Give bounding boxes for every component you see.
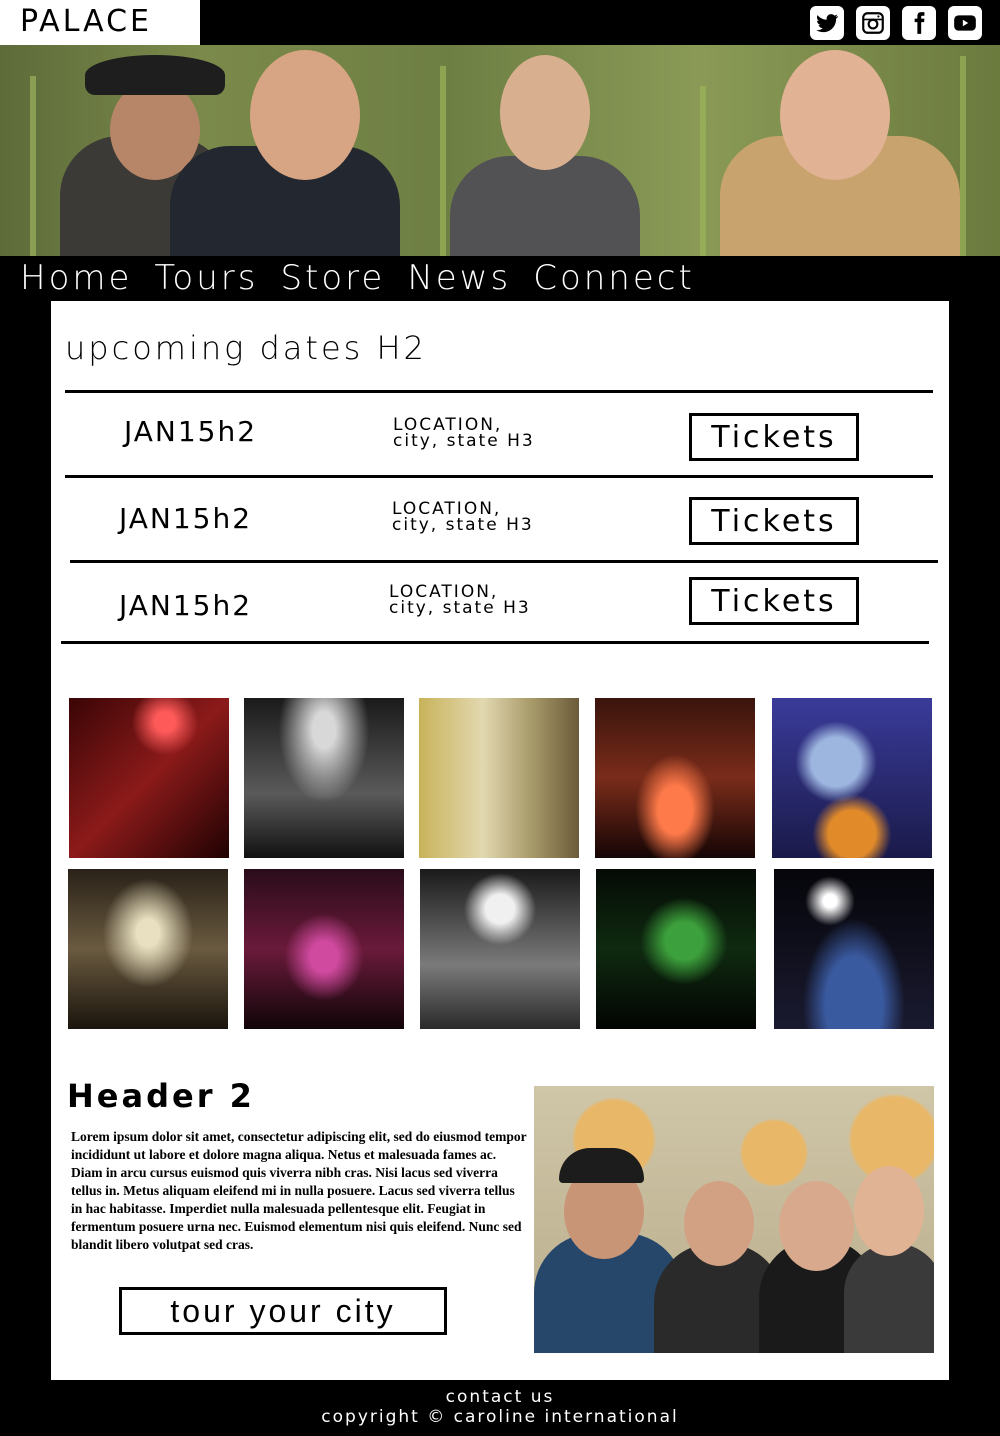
tour-date: JAN15h2 [119, 502, 253, 535]
tour-your-city-button[interactable]: tour your city [119, 1287, 447, 1335]
section-header: Header 2 [67, 1077, 255, 1115]
tour-date-row: JAN15h2 LOCATION, city, state H3 Tickets [51, 393, 949, 477]
gallery-photo[interactable] [419, 698, 579, 858]
twitter-icon[interactable] [810, 6, 844, 40]
nav-store[interactable]: Store [280, 258, 385, 298]
youtube-icon[interactable] [948, 6, 982, 40]
nav-tours[interactable]: Tours [154, 258, 258, 298]
copyright-text: copyright © caroline international [321, 1407, 679, 1427]
tickets-button[interactable]: Tickets [689, 413, 859, 461]
gallery-photo[interactable] [244, 869, 404, 1029]
logo[interactable]: PALACE [0, 0, 200, 45]
footer: contact us copyright © caroline internat… [0, 1387, 1000, 1427]
hero-band-photo [0, 45, 1000, 256]
nav-home[interactable]: Home [20, 258, 132, 298]
tickets-button[interactable]: Tickets [689, 497, 859, 545]
tour-location: LOCATION, city, state H3 [392, 499, 534, 535]
social-links [810, 6, 982, 40]
gallery-photo[interactable] [420, 869, 580, 1029]
gallery-photo[interactable] [244, 698, 404, 858]
section-body-text: Lorem ipsum dolor sit amet, consectetur … [71, 1129, 527, 1252]
main-nav: Home Tours Store News Connect [20, 258, 695, 298]
nav-news[interactable]: News [407, 258, 511, 298]
tickets-button[interactable]: Tickets [689, 577, 859, 625]
gallery-photo[interactable] [69, 698, 229, 858]
band-portrait-photo [534, 1086, 934, 1353]
gallery-photo[interactable] [772, 698, 932, 858]
gallery-photo[interactable] [68, 869, 228, 1029]
gallery-photo[interactable] [774, 869, 934, 1029]
tour-location: LOCATION, city, state H3 [393, 415, 535, 451]
tour-date: JAN15h2 [119, 589, 253, 622]
logo-text[interactable]: PALACE [20, 4, 152, 39]
tour-date-row: JAN15h2 LOCATION, city, state H3 Tickets [51, 478, 949, 562]
top-bar: PALACE [0, 0, 1000, 45]
tour-location: LOCATION, city, state H3 [389, 582, 531, 618]
instagram-icon[interactable] [856, 6, 890, 40]
divider [61, 641, 929, 644]
tour-date-row: JAN15h2 LOCATION, city, state H3 Tickets [51, 563, 949, 647]
gallery-photo[interactable] [595, 698, 755, 858]
upcoming-dates-title: upcoming dates H2 [65, 329, 427, 367]
tour-date: JAN15h2 [124, 415, 258, 448]
nav-connect[interactable]: Connect [533, 258, 695, 298]
main-content: upcoming dates H2 JAN15h2 LOCATION, city… [51, 301, 949, 1380]
facebook-icon[interactable] [902, 6, 936, 40]
contact-us-link[interactable]: contact us [0, 1387, 1000, 1407]
gallery-photo[interactable] [596, 869, 756, 1029]
